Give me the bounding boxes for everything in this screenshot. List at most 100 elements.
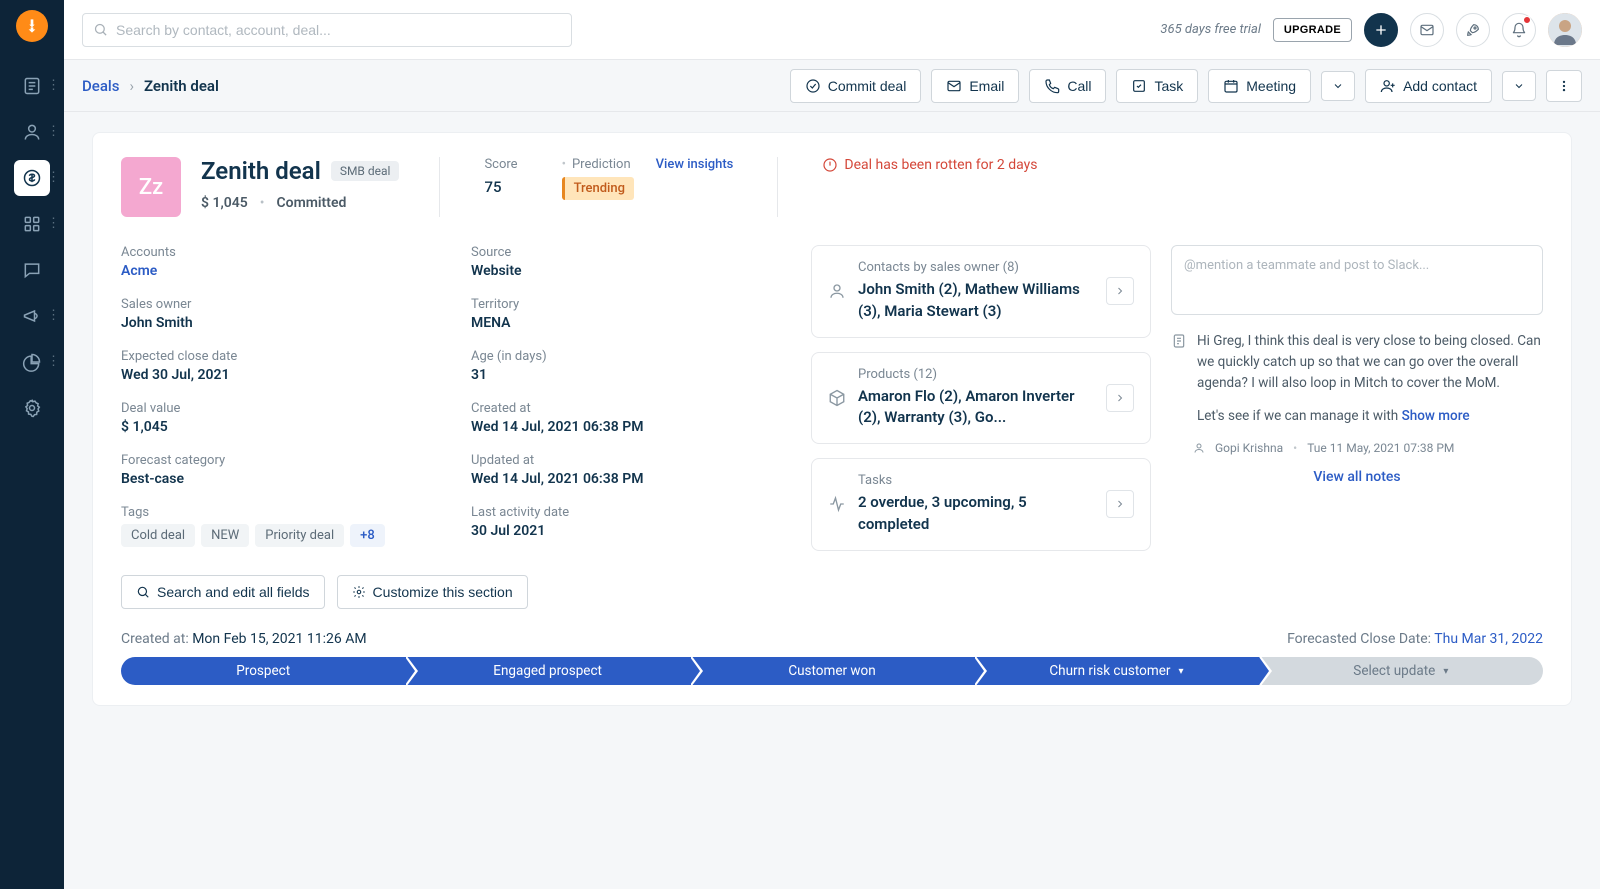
deal-amount: $ 1,045 xyxy=(201,195,248,211)
breadcrumb: Deals › Zenith deal xyxy=(82,77,219,95)
tags-list: Cold deal NEW Priority deal +8 xyxy=(121,524,451,547)
notification-badge xyxy=(1523,16,1531,24)
add-button[interactable] xyxy=(1364,13,1398,47)
territory: MENA xyxy=(471,315,791,331)
tag[interactable]: NEW xyxy=(201,524,249,547)
nav-settings[interactable] xyxy=(14,390,50,426)
stage-won[interactable]: Customer won xyxy=(690,657,974,685)
show-more-link[interactable]: Show more xyxy=(1402,408,1470,424)
rocket-icon xyxy=(1465,22,1481,38)
caret-down-icon: ▾ xyxy=(1178,666,1183,677)
note-text: Hi Greg, I think this deal is very close… xyxy=(1197,331,1543,394)
search-icon xyxy=(136,585,150,599)
logo-icon xyxy=(24,18,40,34)
expand-tasks[interactable] xyxy=(1106,490,1134,518)
global-search[interactable] xyxy=(82,13,572,47)
task-button[interactable]: Task xyxy=(1116,69,1198,103)
fields-column-left: AccountsAcme Sales ownerJohn Smith Expec… xyxy=(121,245,451,565)
chevron-right-icon xyxy=(1114,498,1126,510)
source: Website xyxy=(471,263,791,279)
deal-type-pill: SMB deal xyxy=(331,161,400,181)
add-contact-dropdown[interactable] xyxy=(1502,71,1536,101)
note-icon xyxy=(22,76,42,96)
stage-select-update[interactable]: Select update▾ xyxy=(1259,657,1543,685)
more-actions-button[interactable] xyxy=(1546,70,1582,102)
chevron-right-icon: › xyxy=(129,77,134,95)
mail-icon xyxy=(946,78,962,94)
view-insights-link[interactable]: View insights xyxy=(656,157,734,172)
email-button[interactable]: Email xyxy=(931,69,1019,103)
action-bar: Commit deal Email Call Task Meeting Add … xyxy=(790,69,1582,103)
person-icon xyxy=(828,282,846,300)
upgrade-button[interactable]: UPGRADE xyxy=(1273,18,1352,42)
view-all-notes-link[interactable]: View all notes xyxy=(1171,469,1543,485)
deal-card: Zz Zenith deal SMB deal $ 1,045 • Commit… xyxy=(92,132,1572,706)
tag[interactable]: Cold deal xyxy=(121,524,195,547)
meeting-dropdown[interactable] xyxy=(1321,71,1355,101)
pipeline-stages: Prospect Engaged prospect Customer won C… xyxy=(121,657,1543,685)
stage-churn[interactable]: Churn risk customer▾ xyxy=(974,657,1258,685)
more-icon xyxy=(1557,79,1571,93)
customize-section-button[interactable]: Customize this section xyxy=(337,575,528,609)
commit-deal-button[interactable]: Commit deal xyxy=(790,69,922,103)
stage-engaged[interactable]: Engaged prospect xyxy=(405,657,689,685)
forecast-category: Best-case xyxy=(121,471,451,487)
caret-down-icon: ▾ xyxy=(1443,666,1448,677)
megaphone-icon xyxy=(22,306,42,326)
deal-status: Committed xyxy=(277,195,347,211)
mention-input[interactable]: @mention a teammate and post to Slack... xyxy=(1171,245,1543,315)
add-contact-button[interactable]: Add contact xyxy=(1365,69,1492,103)
whats-new-button[interactable] xyxy=(1456,13,1490,47)
calendar-icon xyxy=(1223,78,1239,94)
left-sidebar: ⋮ ⋮ ⋮ ⋮ ⋮ ⋮ xyxy=(0,0,64,889)
fields-column-right: SourceWebsite TerritoryMENA Age (in days… xyxy=(471,245,791,557)
nav-dashboard[interactable]: ⋮ xyxy=(14,68,50,104)
nav-campaigns[interactable]: ⋮ xyxy=(14,298,50,334)
score-label: Score xyxy=(484,157,517,172)
note-date: Tue 11 May, 2021 07:38 PM xyxy=(1307,441,1454,455)
rotten-warning: Deal has been rotten for 2 days xyxy=(798,157,1037,173)
nav-contacts[interactable]: ⋮ xyxy=(14,114,50,150)
breadcrumb-root[interactable]: Deals xyxy=(82,77,119,95)
products-card[interactable]: Products (12)Amaron Flo (2), Amaron Inve… xyxy=(811,352,1151,445)
dollar-icon xyxy=(22,168,42,188)
task-icon xyxy=(1131,78,1147,94)
trending-badge: Trending xyxy=(562,177,634,200)
notifications-button[interactable] xyxy=(1502,13,1536,47)
age: 31 xyxy=(471,367,791,383)
search-fields-button[interactable]: Search and edit all fields xyxy=(121,575,325,609)
pie-icon xyxy=(22,352,42,372)
nav-apps[interactable]: ⋮ xyxy=(14,206,50,242)
tag[interactable]: Priority deal xyxy=(255,524,344,547)
contacts-card[interactable]: Contacts by sales owner (8)John Smith (2… xyxy=(811,245,1151,338)
person-plus-icon xyxy=(1380,78,1396,94)
app-logo[interactable] xyxy=(16,10,48,42)
nav-deals[interactable]: ⋮ xyxy=(14,160,50,196)
deal-avatar: Zz xyxy=(121,157,181,217)
plus-icon xyxy=(1373,22,1389,38)
deal-value: $ 1,045 xyxy=(121,419,451,435)
chevron-down-icon xyxy=(1332,80,1344,92)
gear-icon xyxy=(22,398,42,418)
expand-products[interactable] xyxy=(1106,384,1134,412)
tasks-card[interactable]: Tasks2 overdue, 3 upcoming, 5 completed xyxy=(811,458,1151,551)
mail-icon xyxy=(1419,22,1435,38)
chevron-down-icon xyxy=(1513,80,1525,92)
meeting-button[interactable]: Meeting xyxy=(1208,69,1311,103)
call-button[interactable]: Call xyxy=(1029,69,1106,103)
updated-at: Wed 14 Jul, 2021 06:38 PM xyxy=(471,471,791,487)
topbar: 365 days free trial UPGRADE xyxy=(64,0,1600,60)
search-input[interactable] xyxy=(116,22,561,38)
user-avatar[interactable] xyxy=(1548,13,1582,47)
forecast-close-date[interactable]: Thu Mar 31, 2022 xyxy=(1434,631,1543,647)
nav-messages[interactable] xyxy=(14,252,50,288)
account-link[interactable]: Acme xyxy=(121,263,451,279)
person-icon xyxy=(22,122,42,142)
tags-more[interactable]: +8 xyxy=(350,524,385,547)
stage-prospect[interactable]: Prospect xyxy=(121,657,405,685)
mail-button[interactable] xyxy=(1410,13,1444,47)
phone-icon xyxy=(1044,78,1060,94)
bell-icon xyxy=(1511,22,1527,38)
nav-reports[interactable]: ⋮ xyxy=(14,344,50,380)
expand-contacts[interactable] xyxy=(1106,277,1134,305)
